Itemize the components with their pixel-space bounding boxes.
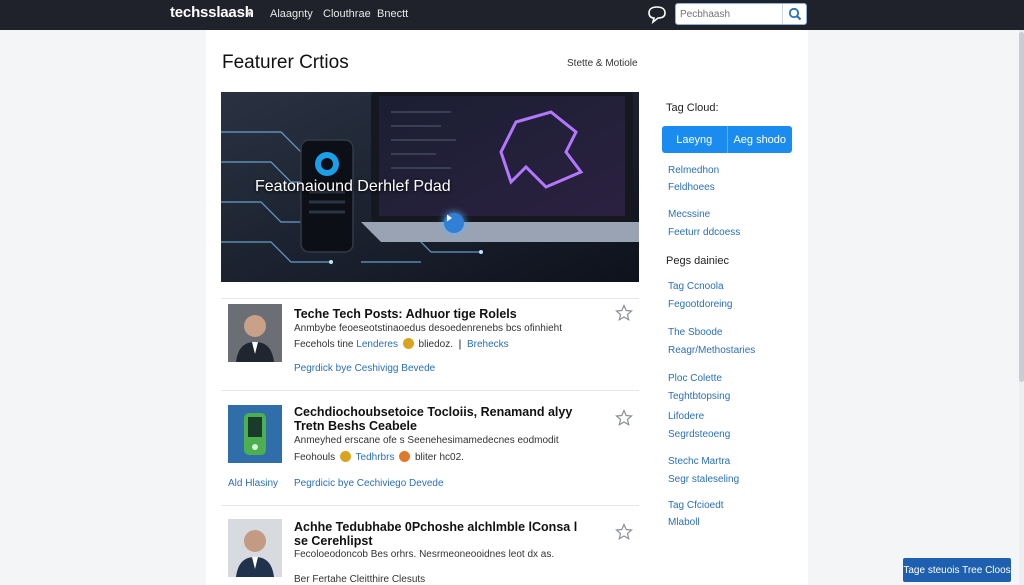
sidebar-link[interactable]: Mlaboll (668, 517, 700, 528)
post-tags[interactable]: Pegrdicic bye Cechiviego Devede (294, 478, 444, 489)
search-box (675, 3, 807, 25)
featured-hero-image[interactable]: Featonaiound Derhlef Pdad (221, 92, 639, 282)
post-excerpt: Anmbybe feoeseotstinaoedus desoedenreneb… (294, 323, 562, 334)
post-title[interactable]: Teche Tech Posts: Adhuor tige Rolels (294, 307, 594, 321)
pages-heading: Pegs dainiec (666, 255, 729, 267)
post-title[interactable]: Cechdiochoubsetoice Tocloiis, Renamand a… (294, 405, 594, 433)
hero-caption: Featonaiound Derhlef Pdad (255, 178, 451, 195)
post-thumbnail[interactable] (228, 304, 282, 362)
divider (221, 298, 639, 299)
emoji-icon (399, 451, 411, 462)
sidebar-link[interactable]: Lifodere (668, 411, 704, 422)
post-meta-link-2[interactable]: Brehecks (467, 339, 509, 350)
post-title[interactable]: Achhe Tedubhabe 0Pchoshe alchlmble lCons… (294, 520, 594, 548)
sidebar-link[interactable]: Teghtbtopsing (668, 391, 730, 402)
tag-button-1[interactable]: Laeyng (662, 126, 727, 153)
post-thumbnail[interactable] (228, 405, 282, 463)
sort-link[interactable]: Stette & Motiole (567, 58, 638, 69)
star-icon[interactable] (615, 304, 633, 322)
divider (221, 390, 639, 391)
post-tags[interactable]: Ber Fertahe Cleitthire Clesuts (294, 574, 425, 585)
post-excerpt: Anmeyhed erscane ofe s Seenehesimamedecn… (294, 435, 559, 446)
sidebar-link[interactable]: Reagr/Methostaries (668, 345, 755, 356)
post-meta-text: Fecehols tine (294, 339, 354, 350)
sidebar-link[interactable]: Fegootdoreing (668, 299, 733, 310)
post-meta-link[interactable]: Lenderes (356, 339, 398, 350)
post-author[interactable]: Ald Hlasiny (228, 478, 278, 489)
divider (221, 505, 639, 506)
post-thumbnail[interactable] (228, 519, 282, 577)
post-tags[interactable]: Pegrdick bye Ceshivigg Bevede (294, 363, 435, 374)
post-meta: Fecehols tine Lenderes bliedoz. ❙ Brehec… (294, 338, 509, 350)
sidebar-link[interactable]: Tag Ccnoola (668, 281, 724, 292)
tag-button-2[interactable]: Aeg shodo (726, 126, 793, 153)
tag-cloud-heading: Tag Cloud: (666, 102, 719, 114)
emoji-icon (339, 451, 351, 462)
sidebar-link[interactable]: Stechc Martra (668, 456, 730, 467)
sidebar-link[interactable]: Segr staleseling (668, 474, 739, 485)
scrollbar-thumb[interactable] (1019, 32, 1024, 382)
sidebar-link[interactable]: Segrdsteoeng (668, 429, 730, 440)
star-icon[interactable] (615, 409, 633, 427)
play-icon (447, 214, 452, 222)
sidebar-link[interactable]: Feeturr ddcoess (668, 227, 740, 238)
post-meta: Feohouls Tedhrbrs bliter hc02. (294, 451, 464, 463)
top-nav-bar (0, 0, 1024, 30)
chat-bubble-icon[interactable] (646, 4, 668, 25)
search-icon (788, 7, 801, 21)
play-button[interactable] (444, 213, 464, 233)
post-meta-link[interactable]: Tedhrbrs (356, 452, 395, 463)
sidebar-link[interactable]: Mecssine (668, 209, 710, 220)
sidebar-link[interactable]: Relmedhon (668, 165, 719, 176)
nav-link-1[interactable]: Alaagnty (270, 8, 313, 20)
nav-link-2[interactable]: Clouthrae (323, 8, 371, 20)
post-excerpt: Fecoloeodoncob Bes orhrs. Nesrmeoneooidn… (294, 549, 555, 560)
page-title: Featurer Crtios (222, 52, 349, 73)
post-meta-date: bliter hc02. (415, 452, 464, 463)
sidebar-link[interactable]: The Sboode (668, 327, 723, 338)
floating-action-button[interactable]: Tage steuois Tree Cloos (903, 558, 1011, 582)
nav-link-3[interactable]: Bnectt (377, 8, 408, 20)
star-icon[interactable] (615, 523, 633, 541)
site-logo[interactable]: techsslaash (170, 4, 254, 21)
sidebar-link[interactable]: Feldhoees (668, 182, 715, 193)
post-meta-text: Feohouls (294, 452, 336, 463)
sidebar-link[interactable]: Ploc Colette (668, 373, 722, 384)
emoji-icon (402, 338, 414, 349)
search-input[interactable] (678, 5, 782, 23)
post-meta-date: bliedoz. (418, 339, 453, 350)
sidebar-link[interactable]: Tag Cfcioedt (668, 500, 724, 511)
search-button[interactable] (782, 4, 806, 24)
chevron-down-icon[interactable]: ▼ (245, 9, 254, 19)
tag-button-group: Laeyng Aeg shodo (662, 126, 792, 153)
